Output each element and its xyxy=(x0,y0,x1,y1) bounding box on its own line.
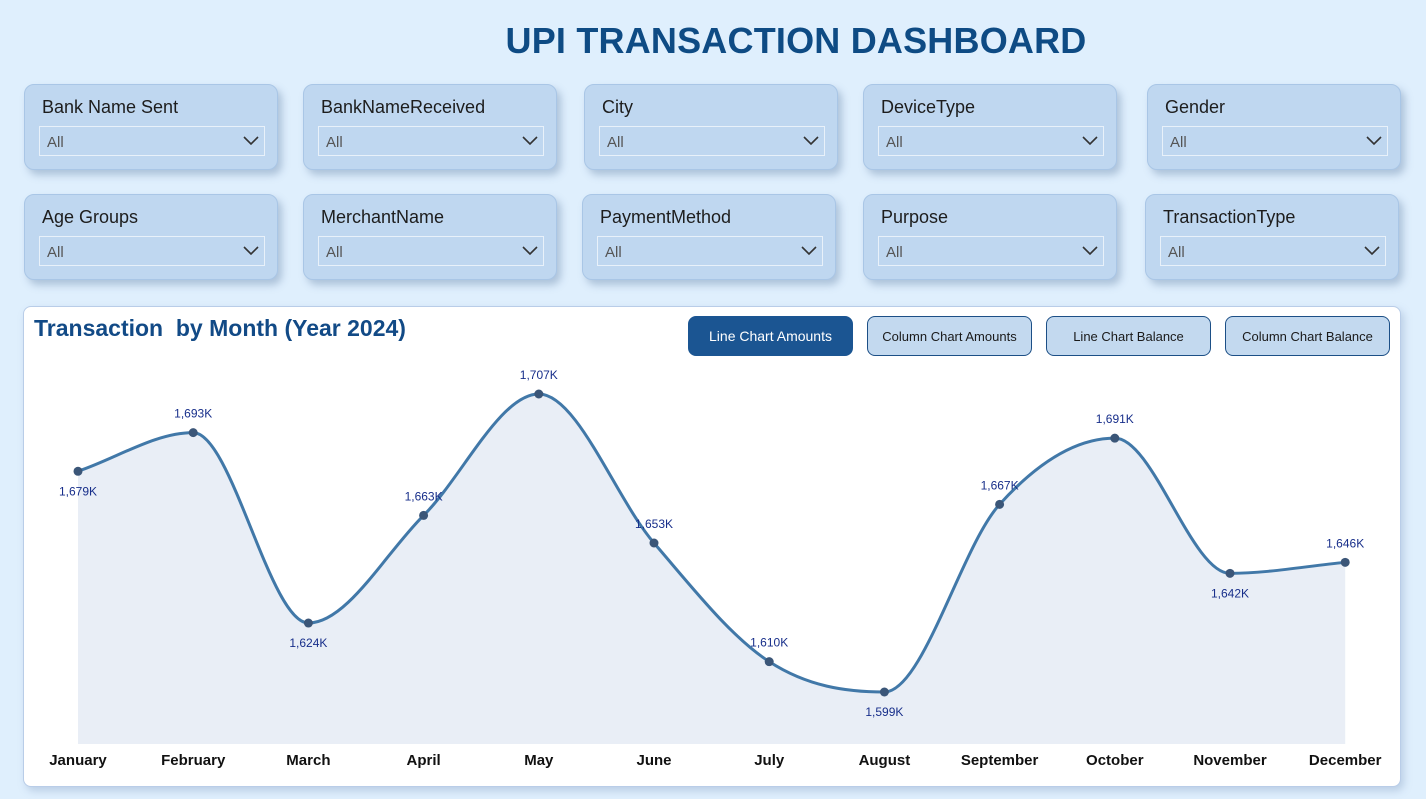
dropdown-value: All xyxy=(1170,134,1187,151)
slicer-label: MerchantName xyxy=(321,207,445,227)
gender-dropdown[interactable]: All xyxy=(1162,126,1388,156)
chevron-down-icon xyxy=(801,246,817,256)
data-label: 1,599K xyxy=(865,705,903,719)
transaction-line-chart: 1,679K January 1,693K February 1,624K March 1,… xyxy=(49,368,1382,769)
data-point[interactable] xyxy=(188,428,198,438)
x-tick-label: September xyxy=(961,752,1039,769)
device-type-dropdown[interactable]: All xyxy=(878,126,1104,156)
slicer-gender: Gender All xyxy=(1147,84,1401,170)
chevron-down-icon xyxy=(1082,246,1098,256)
x-tick-label: August xyxy=(859,752,911,769)
dropdown-value: All xyxy=(326,134,343,151)
chevron-down-icon xyxy=(1366,136,1382,146)
data-point[interactable] xyxy=(73,466,83,476)
age-groups-dropdown[interactable]: All xyxy=(39,236,265,266)
dropdown-value: All xyxy=(886,244,903,261)
data-label: 1,667K xyxy=(981,478,1019,492)
chevron-down-icon xyxy=(803,136,819,146)
data-label: 1,653K xyxy=(635,517,673,531)
city-dropdown[interactable]: All xyxy=(599,126,825,156)
dashboard-title: UPI TRANSACTION DASHBOARD xyxy=(505,20,1087,61)
slicer-age-groups: Age Groups All xyxy=(24,194,278,280)
chart-panel: Transaction by Month (Year 2024) Line Ch… xyxy=(23,306,1401,787)
bank-name-sent-dropdown[interactable]: All xyxy=(39,126,265,156)
chevron-down-icon xyxy=(243,136,259,146)
x-tick-label: June xyxy=(636,752,671,769)
data-label: 1,646K xyxy=(1326,536,1364,550)
slicer-bank-name-received: BankNameReceived All xyxy=(303,84,557,170)
dropdown-value: All xyxy=(1168,244,1185,261)
merchant-name-dropdown[interactable]: All xyxy=(318,236,544,266)
data-point[interactable] xyxy=(995,499,1005,509)
dropdown-value: All xyxy=(47,244,64,261)
bank-name-received-dropdown[interactable]: All xyxy=(318,126,544,156)
chevron-down-icon xyxy=(243,246,259,256)
data-label: 1,693K xyxy=(174,407,212,421)
dropdown-value: All xyxy=(886,134,903,151)
data-point[interactable] xyxy=(1225,568,1235,578)
slicer-city: City All xyxy=(584,84,838,170)
purpose-dropdown[interactable]: All xyxy=(878,236,1104,266)
x-tick-label: April xyxy=(407,752,441,769)
dropdown-value: All xyxy=(326,244,343,261)
transaction-type-dropdown[interactable]: All xyxy=(1160,236,1386,266)
x-tick-label: December xyxy=(1309,752,1382,769)
dropdown-value: All xyxy=(47,134,64,151)
slicer-label: TransactionType xyxy=(1163,207,1296,227)
x-tick-label: February xyxy=(161,752,226,769)
data-point[interactable] xyxy=(534,389,544,399)
slicer-bank-name-sent: Bank Name Sent All xyxy=(24,84,278,170)
data-point[interactable] xyxy=(1340,557,1350,567)
data-label: 1,691K xyxy=(1096,412,1134,426)
slicer-purpose: Purpose All xyxy=(863,194,1117,280)
x-tick-label: January xyxy=(49,752,107,769)
data-point[interactable] xyxy=(879,687,889,697)
dropdown-value: All xyxy=(605,244,622,261)
data-point[interactable] xyxy=(649,538,659,548)
slicer-label: BankNameReceived xyxy=(321,97,486,117)
data-label: 1,663K xyxy=(405,489,443,503)
data-point[interactable] xyxy=(419,510,429,520)
slicer-device-type: DeviceType All xyxy=(863,84,1117,170)
data-label: 1,679K xyxy=(59,484,97,498)
dropdown-value: All xyxy=(607,134,624,151)
slicer-payment-method: PaymentMethod All xyxy=(582,194,836,280)
chevron-down-icon xyxy=(522,136,538,146)
data-label: 1,610K xyxy=(750,636,788,650)
slicer-transaction-type: TransactionType All xyxy=(1145,194,1399,280)
data-point[interactable] xyxy=(764,657,774,667)
slicer-label: Gender xyxy=(1165,97,1226,117)
payment-method-dropdown[interactable]: All xyxy=(597,236,823,266)
x-tick-label: May xyxy=(524,752,554,769)
data-point[interactable] xyxy=(1110,433,1120,443)
slicer-label: PaymentMethod xyxy=(600,207,732,227)
data-label: 1,642K xyxy=(1211,586,1249,600)
x-tick-label: November xyxy=(1193,752,1267,769)
slicer-label: Age Groups xyxy=(42,207,139,227)
chevron-down-icon xyxy=(522,246,538,256)
data-label: 1,624K xyxy=(289,636,327,650)
data-label: 1,707K xyxy=(520,368,558,382)
x-tick-label: October xyxy=(1086,752,1144,769)
chevron-down-icon xyxy=(1364,246,1380,256)
slicer-label: DeviceType xyxy=(881,97,976,117)
data-point[interactable] xyxy=(303,618,313,628)
slicer-label: Purpose xyxy=(881,207,949,227)
slicer-merchant-name: MerchantName All xyxy=(303,194,557,280)
chevron-down-icon xyxy=(1082,136,1098,146)
x-tick-label: July xyxy=(754,752,785,769)
x-tick-label: March xyxy=(286,752,330,769)
slicer-label: Bank Name Sent xyxy=(42,97,179,117)
slicer-label: City xyxy=(602,97,633,117)
